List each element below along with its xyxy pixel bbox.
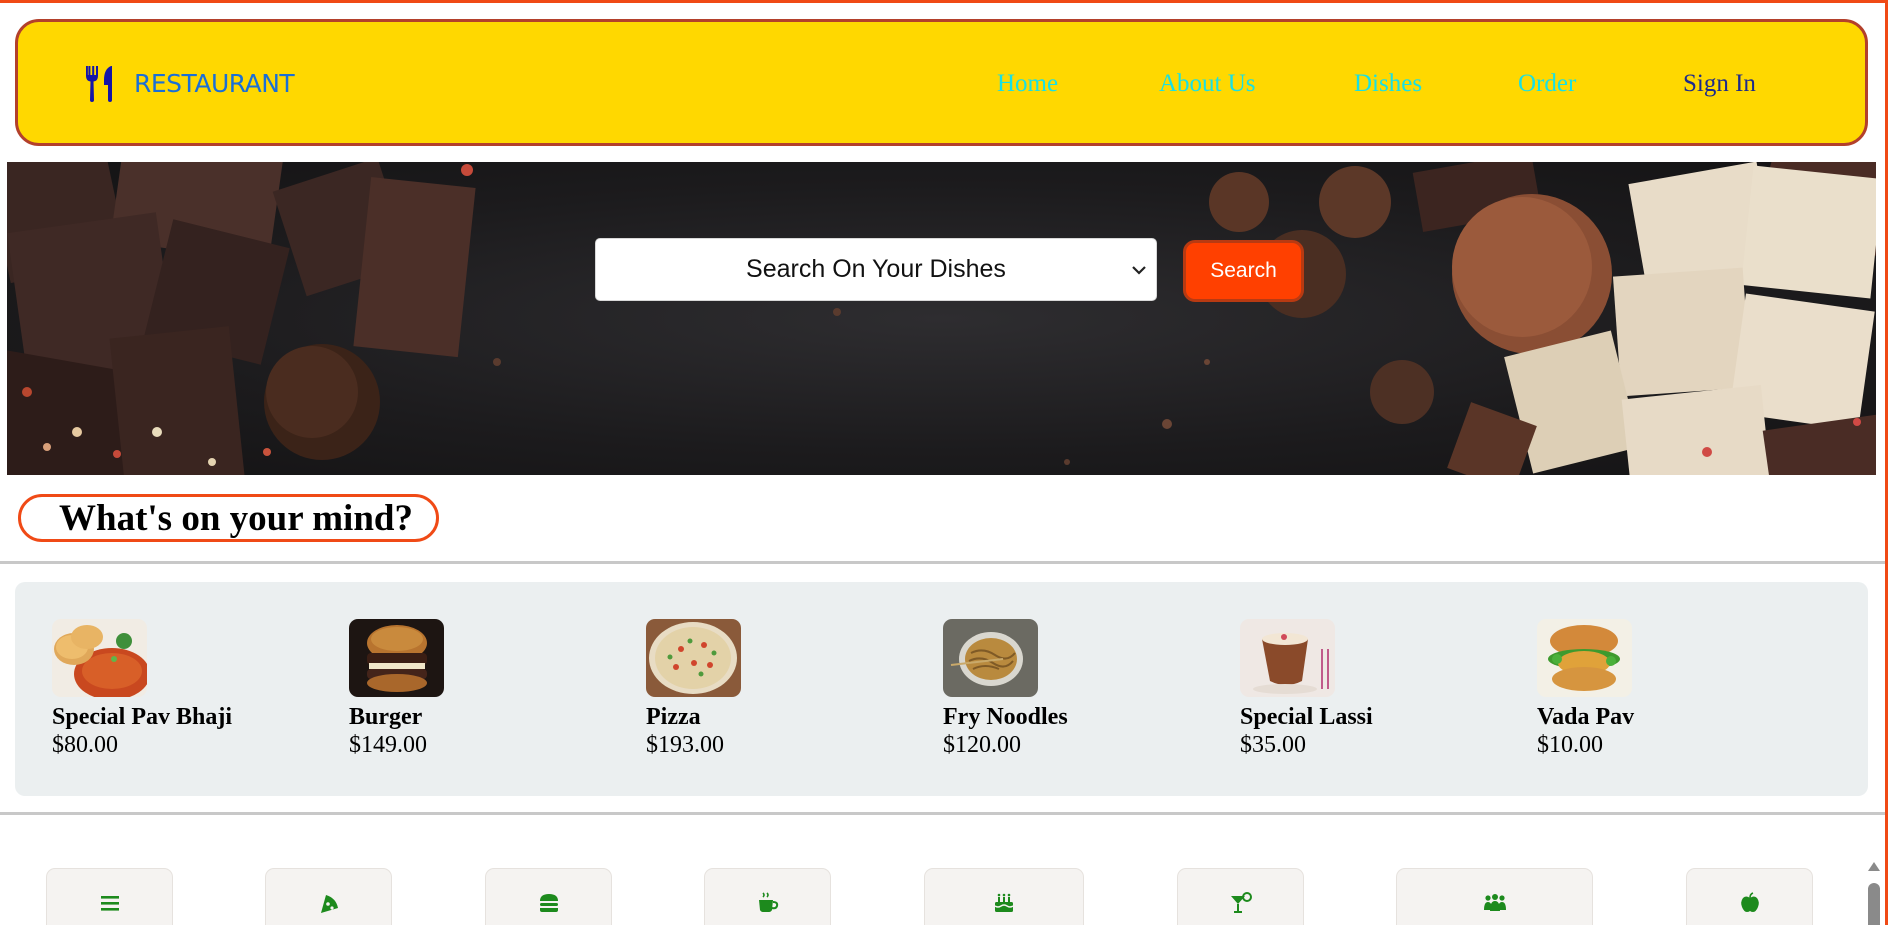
- dish-card-burger[interactable]: Burger $149.00: [349, 619, 444, 759]
- search-button[interactable]: Search: [1183, 240, 1304, 302]
- section-divider: [0, 812, 1885, 815]
- chevron-down-icon: [1132, 266, 1146, 275]
- vada-pav-image: [1537, 619, 1632, 697]
- dish-price: $120.00: [943, 732, 1021, 758]
- apple-icon: [1740, 892, 1759, 912]
- nav-links: Home About Us Dishes Order Sign In: [18, 70, 1865, 104]
- dish-price: $193.00: [646, 732, 724, 758]
- scroll-up-arrow-icon[interactable]: [1868, 862, 1880, 871]
- special-lassi-image: [1240, 619, 1335, 697]
- category-pizza-button[interactable]: [265, 868, 392, 925]
- dish-card-pav-bhaji[interactable]: Special Pav Bhaji $80.00: [52, 619, 232, 759]
- nav-signin-link[interactable]: Sign In: [1683, 70, 1756, 98]
- section-title: What's on your mind?: [18, 494, 439, 542]
- dish-name: Burger: [349, 704, 423, 730]
- pizza-slice-icon: [320, 895, 338, 913]
- category-beverage-button[interactable]: [704, 868, 831, 925]
- fry-noodles-image: [943, 619, 1038, 697]
- dish-name: Vada Pav: [1537, 704, 1635, 730]
- nav-home-link[interactable]: Home: [997, 70, 1058, 98]
- nav-order-link[interactable]: Order: [1518, 70, 1576, 98]
- dish-card-pizza[interactable]: Pizza $193.00: [646, 619, 741, 759]
- page-scrollbar[interactable]: [1864, 859, 1884, 925]
- dish-name: Special Pav Bhaji: [52, 704, 233, 730]
- category-drinks-button[interactable]: [1177, 868, 1304, 925]
- pizza-image: [646, 619, 741, 697]
- dish-price: $10.00: [1537, 732, 1603, 758]
- dish-name: Special Lassi: [1240, 704, 1373, 730]
- dish-name: Pizza: [646, 704, 701, 730]
- category-cake-button[interactable]: [924, 868, 1084, 925]
- dish-card-fry-noodles[interactable]: Fry Noodles $120.00: [943, 619, 1068, 759]
- chocolate-background-image: [7, 162, 1876, 475]
- burger-icon: [539, 894, 558, 912]
- menu-bars-icon: [100, 896, 119, 911]
- nav-dishes-link[interactable]: Dishes: [1354, 70, 1422, 98]
- dish-name: Fry Noodles: [943, 704, 1068, 730]
- dish-price: $80.00: [52, 732, 118, 758]
- scroll-thumb[interactable]: [1868, 883, 1880, 925]
- dish-search-select[interactable]: Search On Your Dishes: [595, 238, 1157, 301]
- people-group-icon: [1483, 894, 1506, 911]
- dish-price: $149.00: [349, 732, 427, 758]
- coffee-cup-icon: [758, 892, 778, 912]
- category-fruits-button[interactable]: [1686, 868, 1813, 925]
- hero-banner: [7, 162, 1876, 475]
- search-select-value: Search On Your Dishes: [746, 255, 1006, 283]
- category-family-button[interactable]: [1396, 868, 1593, 925]
- category-burger-button[interactable]: [485, 868, 612, 925]
- section-divider: [0, 561, 1885, 564]
- dish-card-special-lassi[interactable]: Special Lassi $35.00: [1240, 619, 1373, 759]
- nav-about-link[interactable]: About Us: [1159, 70, 1256, 98]
- navbar: RESTAURANT Home About Us Dishes Order Si…: [15, 19, 1868, 146]
- dishes-panel: Special Pav Bhaji $80.00 Burger $149.00 …: [15, 582, 1868, 796]
- dish-card-vada-pav[interactable]: Vada Pav $10.00: [1537, 619, 1634, 759]
- birthday-cake-icon: [994, 893, 1014, 912]
- burger-image: [349, 619, 444, 697]
- dish-price: $35.00: [1240, 732, 1306, 758]
- category-all-button[interactable]: [46, 868, 173, 925]
- cocktail-icon: [1230, 892, 1252, 913]
- pav-bhaji-image: [52, 619, 147, 697]
